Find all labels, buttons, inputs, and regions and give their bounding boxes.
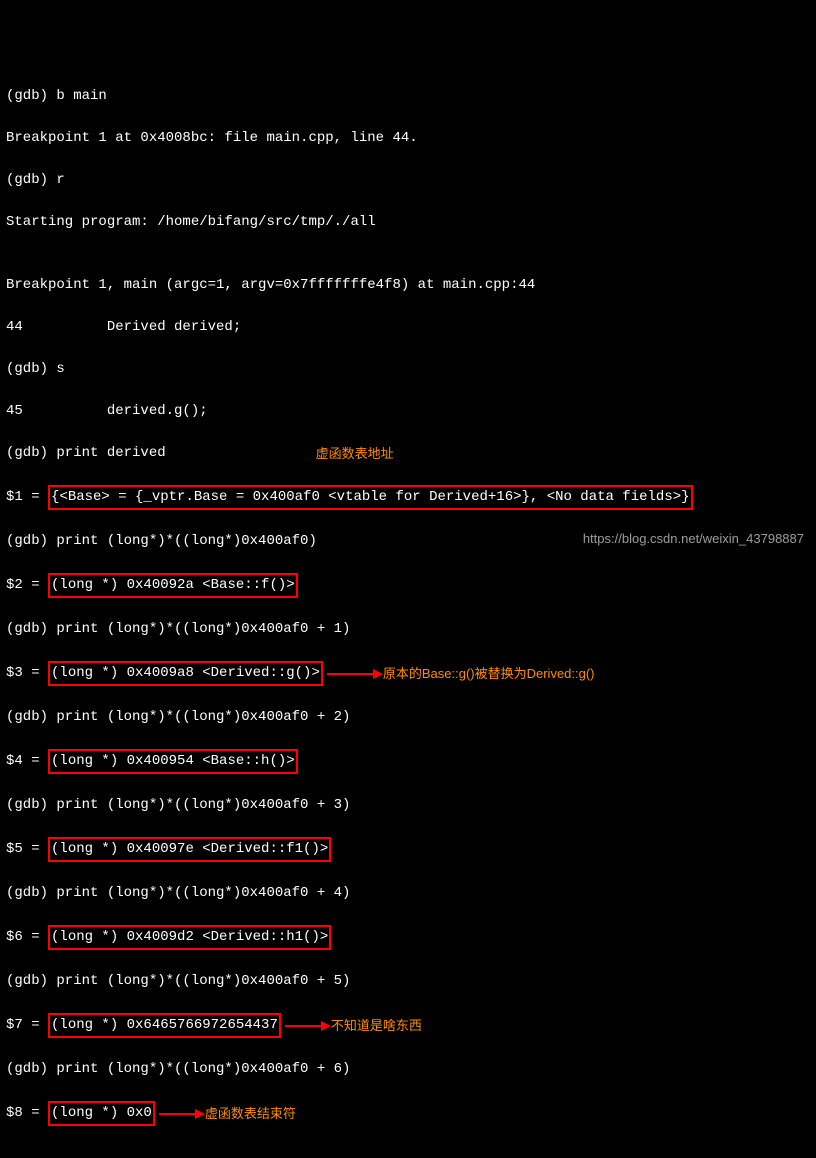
d4-prefix: $4 =: [6, 751, 48, 772]
d1-prefix: $1 =: [6, 487, 48, 508]
box-d3: (long *) 0x4009a8 <Derived::g()>: [48, 661, 323, 686]
box-d8: (long *) 0x0: [48, 1101, 155, 1126]
term-line: 45 derived.g();: [6, 401, 810, 422]
box-d6: (long *) 0x4009d2 <Derived::h1()>: [48, 925, 331, 950]
anno-unknown: 不知道是啥东西: [331, 1015, 422, 1036]
term-line: (gdb) print (long*)*((long*)0x400af0 + 3…: [6, 795, 810, 816]
anno-replaced: 原本的Base::g()被替换为Derived::g(): [383, 663, 595, 684]
term-line: (gdb) print (long*)*((long*)0x400af0 + 2…: [6, 707, 810, 728]
box-d1: {<Base> = {_vptr.Base = 0x400af0 <vtable…: [48, 485, 693, 510]
term-line: (gdb) r: [6, 170, 810, 191]
d6-prefix: $6 =: [6, 927, 48, 948]
d3-prefix: $3 =: [6, 663, 48, 684]
box-d7: (long *) 0x6465766972654437: [48, 1013, 281, 1038]
anno-vtable-addr: 虚函数表地址: [316, 443, 394, 464]
box-d5: (long *) 0x40097e <Derived::f1()>: [48, 837, 331, 862]
d8-prefix: $8 =: [6, 1103, 48, 1124]
term-line: (gdb) s: [6, 359, 810, 380]
term-line: Breakpoint 1, main (argc=1, argv=0x7ffff…: [6, 275, 810, 296]
anno-terminator: 虚函数表结束符: [205, 1103, 296, 1124]
box-d2: (long *) 0x40092a <Base::f()>: [48, 573, 298, 598]
term-line: 44 Derived derived;: [6, 317, 810, 338]
term-line: (gdb) print derived: [6, 443, 166, 464]
term-line: Breakpoint 1 at 0x4008bc: file main.cpp,…: [6, 128, 810, 149]
watermark: https://blog.csdn.net/weixin_43798887: [583, 528, 804, 549]
term-line: Starting program: /home/bifang/src/tmp/.…: [6, 212, 810, 233]
d2-prefix: $2 =: [6, 575, 48, 596]
box-d4: (long *) 0x400954 <Base::h()>: [48, 749, 298, 774]
term-line: (gdb) print (long*)*((long*)0x400af0 + 5…: [6, 971, 810, 992]
term-line: (gdb) print (long*)*((long*)0x400af0 + 6…: [6, 1059, 810, 1080]
term-line: (gdb) b main: [6, 86, 810, 107]
term-line: (gdb) print (long*)*((long*)0x400af0 + 4…: [6, 883, 810, 904]
term-line: (gdb) print (long*)*((long*)0x400af0 + 1…: [6, 619, 810, 640]
d7-prefix: $7 =: [6, 1015, 48, 1036]
d5-prefix: $5 =: [6, 839, 48, 860]
